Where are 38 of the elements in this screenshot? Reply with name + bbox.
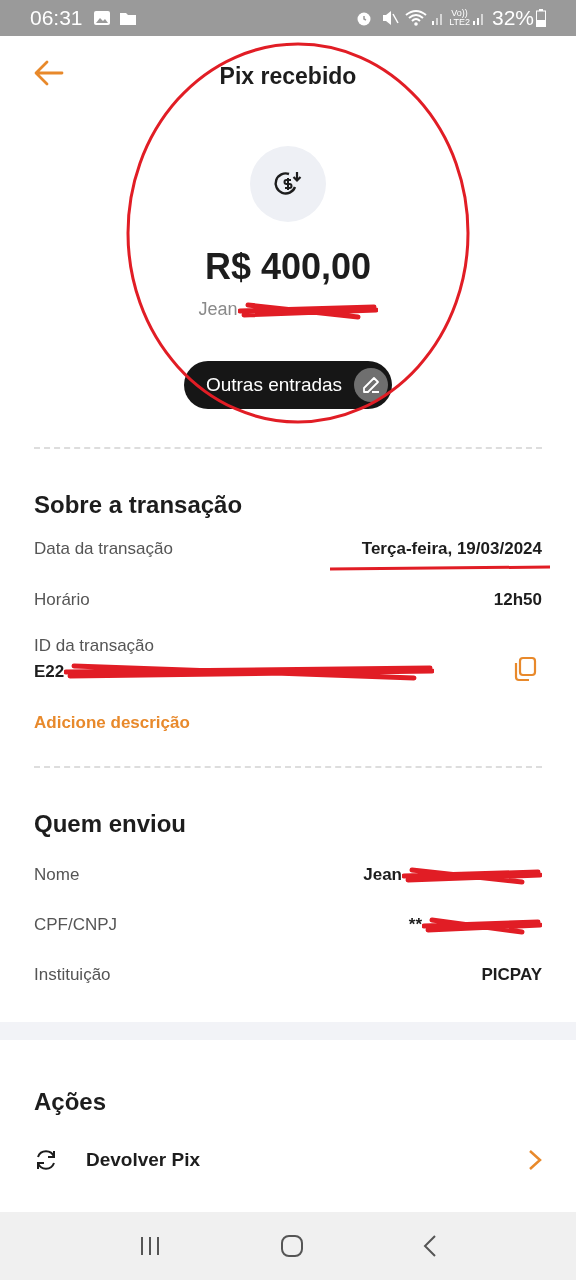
back-icon[interactable] [422, 1234, 437, 1258]
status-time: 06:31 [30, 5, 83, 32]
gallery-icon [92, 10, 111, 26]
section-title: Quem enviou [34, 808, 188, 839]
back-button[interactable] [34, 60, 64, 86]
mute-icon [381, 9, 400, 27]
row-value: 12h50 [493, 589, 542, 612]
row-label: Horário [34, 589, 90, 612]
row-value: Terça-feira, 19/03/2024 [361, 538, 542, 561]
sender-name: Jean [198, 298, 238, 321]
row-value: Jean [363, 863, 402, 886]
page-title: Pix recebido [219, 61, 357, 91]
row-label: CPF/CNPJ [34, 913, 118, 936]
refresh-icon [34, 1147, 58, 1172]
row-value: ** [408, 913, 422, 936]
row-label: ID da transação [34, 635, 155, 657]
recents-icon[interactable] [139, 1236, 162, 1256]
wifi-icon [405, 9, 428, 27]
row-label: Nome [34, 863, 80, 886]
row-value: PICPAY [481, 963, 542, 986]
home-icon[interactable] [280, 1234, 304, 1258]
battery-percent: 32% [491, 5, 534, 32]
row-label: Data da transação [34, 538, 173, 561]
chevron-right-icon [528, 1148, 542, 1171]
row-label: Instituição [34, 963, 111, 986]
category-chip[interactable]: Outras entradas [183, 361, 393, 409]
amount: R$ 400,00 [204, 245, 372, 289]
battery-icon [536, 9, 546, 27]
copy-icon [512, 655, 538, 682]
back-arrow-icon [34, 60, 64, 86]
edit-icon [361, 375, 382, 395]
network-label: Vo)) LTE2 [449, 9, 470, 27]
section-title: Sobre a transação [34, 490, 244, 520]
copy-button[interactable] [512, 655, 538, 682]
folder-icon [118, 10, 137, 26]
action-item[interactable]: Devolver Pix [34, 1145, 542, 1174]
transaction-id: E22 [34, 660, 65, 683]
section-title: Ações [34, 1086, 108, 1117]
